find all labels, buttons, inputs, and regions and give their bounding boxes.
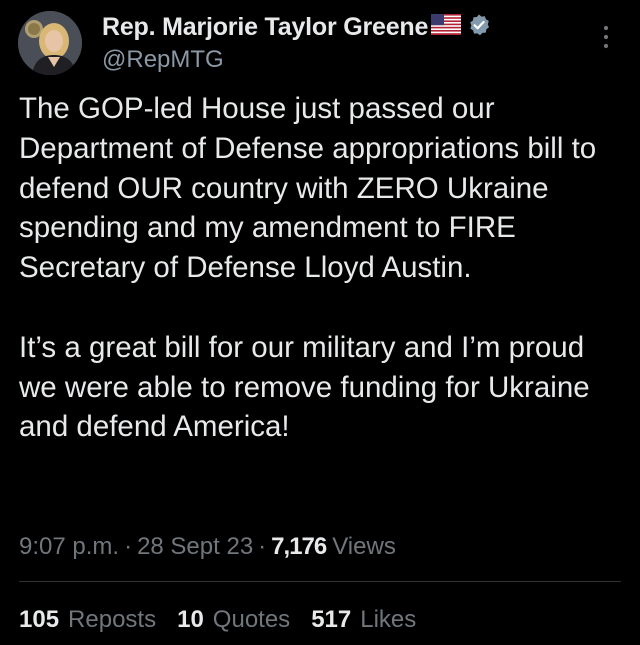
author-name-row[interactable]: Rep. Marjorie Taylor Greene [102, 11, 491, 43]
reposts-label: Reposts [68, 606, 157, 633]
quotes-count: 10 [177, 606, 204, 633]
us-flag-icon [431, 14, 462, 40]
likes-stat[interactable]: 517 Likes [311, 606, 416, 634]
reposts-count: 105 [19, 606, 60, 633]
quotes-stat[interactable]: 10 Quotes [177, 606, 290, 634]
tweet-paragraph: The GOP-led House just passed our Depart… [19, 92, 597, 285]
verified-badge-icon[interactable] [467, 13, 491, 42]
likes-count: 517 [311, 606, 352, 633]
author-display-name[interactable]: Rep. Marjorie Taylor Greene [102, 13, 428, 42]
quotes-label: Quotes [212, 606, 291, 633]
tweet-meta: 9:07 p.m. · 28 Sept 23 · 7,176 Views [19, 530, 396, 564]
likes-label: Likes [360, 606, 417, 633]
tweet-paragraph: It’s a great bill for our military and I… [19, 330, 590, 444]
divider [19, 581, 621, 582]
reposts-stat[interactable]: 105 Reposts [19, 606, 156, 634]
meta-separator: · [124, 533, 133, 560]
profile-photo [18, 11, 82, 75]
engagement-stats: 105 Reposts 10 Quotes 517 Likes [19, 603, 437, 637]
tweet-text: The GOP-led House just passed our Depart… [19, 89, 624, 447]
views-label: Views [332, 533, 396, 560]
views-count: 7,176 [271, 533, 327, 560]
meta-separator: · [258, 533, 267, 560]
tweet-date[interactable]: 28 Sept 23 [137, 533, 253, 561]
author-handle[interactable]: @RepMTG [102, 46, 224, 74]
tweet-time[interactable]: 9:07 p.m. [19, 533, 119, 561]
avatar[interactable] [18, 11, 82, 75]
more-options-icon[interactable] [600, 24, 612, 50]
